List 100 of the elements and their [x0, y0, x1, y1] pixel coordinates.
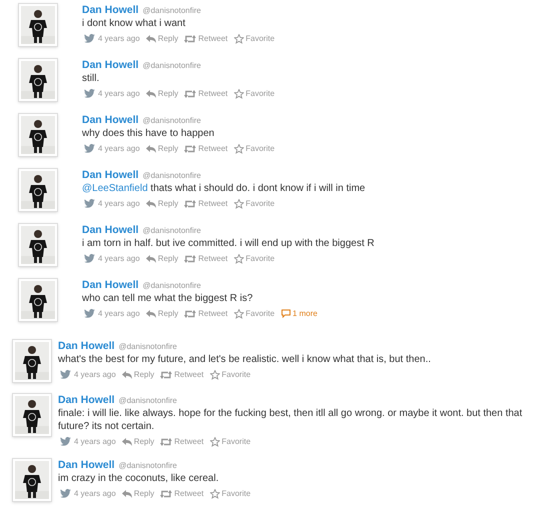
- user-name[interactable]: Dan Howell: [58, 340, 115, 353]
- bird-icon: [60, 370, 71, 379]
- user-name[interactable]: Dan Howell: [82, 279, 139, 292]
- reply-icon: [146, 200, 156, 208]
- user-name[interactable]: Dan Howell: [82, 169, 139, 182]
- tweet-text: who can tell me what the biggest R is?: [82, 292, 254, 305]
- reply-link[interactable]: Reply: [146, 32, 178, 45]
- reply-link[interactable]: Reply: [146, 197, 178, 210]
- retweet-icon: [160, 438, 172, 446]
- retweet-link[interactable]: Retweet: [160, 368, 204, 381]
- favorite-link[interactable]: Favorite: [210, 435, 251, 448]
- bird-icon: [84, 254, 95, 263]
- retweet-icon: [160, 370, 172, 378]
- reply-link[interactable]: Reply: [146, 252, 178, 265]
- tweet-text: i am torn in half. but ive committed. i will end up with the biggest R: [82, 237, 374, 250]
- timestamp-link[interactable]: 4 years ago: [84, 142, 140, 155]
- star-icon: [210, 370, 220, 380]
- tweet-text: why does this have to happen: [82, 127, 216, 140]
- star-icon: [234, 198, 244, 208]
- retweet-link[interactable]: Retweet: [184, 307, 228, 320]
- reply-icon: [146, 144, 156, 152]
- bird-icon: [84, 309, 95, 318]
- reply-link[interactable]: Reply: [122, 487, 154, 500]
- favorite-link[interactable]: Favorite: [234, 307, 275, 320]
- user-handle: @danisnotonfire: [118, 395, 177, 407]
- star-icon: [234, 308, 244, 318]
- bird-icon: [60, 489, 71, 498]
- star-icon: [234, 34, 244, 44]
- retweet-icon: [184, 34, 196, 42]
- more-link[interactable]: 1 more: [280, 307, 318, 320]
- user-name[interactable]: Dan Howell: [58, 459, 115, 472]
- retweet-icon: [184, 200, 196, 208]
- reply-icon: [122, 370, 132, 378]
- user-handle: @danisnotonfire: [118, 341, 177, 353]
- reply-icon: [146, 90, 156, 98]
- reply-icon: [146, 34, 156, 42]
- retweet-icon: [184, 90, 196, 98]
- reply-link[interactable]: Reply: [122, 368, 154, 381]
- favorite-link[interactable]: Favorite: [234, 87, 275, 100]
- user-handle: @danisnotonfire: [142, 60, 201, 72]
- tweet-text: what's the best for my future, and let's be realistic. well i know what that is, but then..: [58, 353, 431, 366]
- bird-icon: [84, 144, 95, 153]
- user-handle: @danisnotonfire: [142, 225, 201, 237]
- bird-icon: [60, 437, 71, 446]
- user-handle: @danisnotonfire: [142, 115, 201, 127]
- retweet-link[interactable]: Retweet: [160, 435, 204, 448]
- timestamp-link[interactable]: 4 years ago: [84, 87, 140, 100]
- timestamp-link[interactable]: 4 years ago: [60, 368, 116, 381]
- timestamp-link[interactable]: 4 years ago: [84, 252, 140, 265]
- user-name[interactable]: Dan Howell: [82, 224, 139, 237]
- timestamp-link[interactable]: 4 years ago: [84, 32, 140, 45]
- user-name[interactable]: Dan Howell: [82, 114, 139, 127]
- favorite-link[interactable]: Favorite: [210, 487, 251, 500]
- mention-link[interactable]: @LeeStanfield: [82, 183, 148, 194]
- tweet-text: i dont know what i want: [82, 17, 186, 30]
- retweet-link[interactable]: Retweet: [184, 197, 228, 210]
- retweet-icon: [184, 144, 196, 152]
- reply-link[interactable]: Reply: [146, 142, 178, 155]
- retweet-link[interactable]: Retweet: [184, 87, 228, 100]
- star-icon: [234, 254, 244, 264]
- reply-icon: [146, 254, 156, 262]
- favorite-link[interactable]: Favorite: [234, 32, 275, 45]
- star-icon: [234, 88, 244, 98]
- speech-bubble-icon: [280, 309, 291, 318]
- retweet-icon: [160, 490, 172, 498]
- favorite-link[interactable]: Favorite: [210, 368, 251, 381]
- reply-link[interactable]: Reply: [146, 87, 178, 100]
- retweet-link[interactable]: Retweet: [184, 252, 228, 265]
- reply-icon: [146, 310, 156, 318]
- reply-link[interactable]: Reply: [146, 307, 178, 320]
- user-name[interactable]: Dan Howell: [82, 4, 139, 17]
- retweet-link[interactable]: Retweet: [160, 487, 204, 500]
- bird-icon: [84, 199, 95, 208]
- user-handle: @danisnotonfire: [142, 5, 201, 17]
- timestamp-link[interactable]: 4 years ago: [84, 307, 140, 320]
- timestamp-link[interactable]: 4 years ago: [60, 435, 116, 448]
- favorite-link[interactable]: Favorite: [234, 252, 275, 265]
- retweet-icon: [184, 310, 196, 318]
- retweet-link[interactable]: Retweet: [184, 32, 228, 45]
- retweet-icon: [184, 254, 196, 262]
- favorite-link[interactable]: Favorite: [234, 197, 275, 210]
- retweet-link[interactable]: Retweet: [184, 142, 228, 155]
- reply-link[interactable]: Reply: [122, 435, 154, 448]
- tweet-text: @LeeStanfield thats what i should do. i dont know if i will in time: [82, 182, 366, 195]
- favorite-link[interactable]: Favorite: [234, 142, 275, 155]
- user-name[interactable]: Dan Howell: [82, 59, 139, 72]
- star-icon: [234, 144, 244, 154]
- star-icon: [210, 488, 220, 498]
- user-name[interactable]: Dan Howell: [58, 394, 115, 407]
- star-icon: [210, 436, 220, 446]
- user-handle: @danisnotonfire: [142, 170, 201, 182]
- tweet-text: im crazy in the coconuts, like cereal.: [58, 472, 220, 485]
- tweet-text: still.: [82, 72, 100, 85]
- user-handle: @danisnotonfire: [142, 280, 201, 292]
- bird-icon: [84, 89, 95, 98]
- user-handle: @danisnotonfire: [118, 460, 177, 472]
- timestamp-link[interactable]: 4 years ago: [60, 487, 116, 500]
- timestamp-link[interactable]: 4 years ago: [84, 197, 140, 210]
- tweet-text: finale: i will lie. like always. hope for the fucking best, then itll all go wrong. or maybe it wont. but then that future? its not certain.: [58, 407, 524, 433]
- reply-icon: [122, 490, 132, 498]
